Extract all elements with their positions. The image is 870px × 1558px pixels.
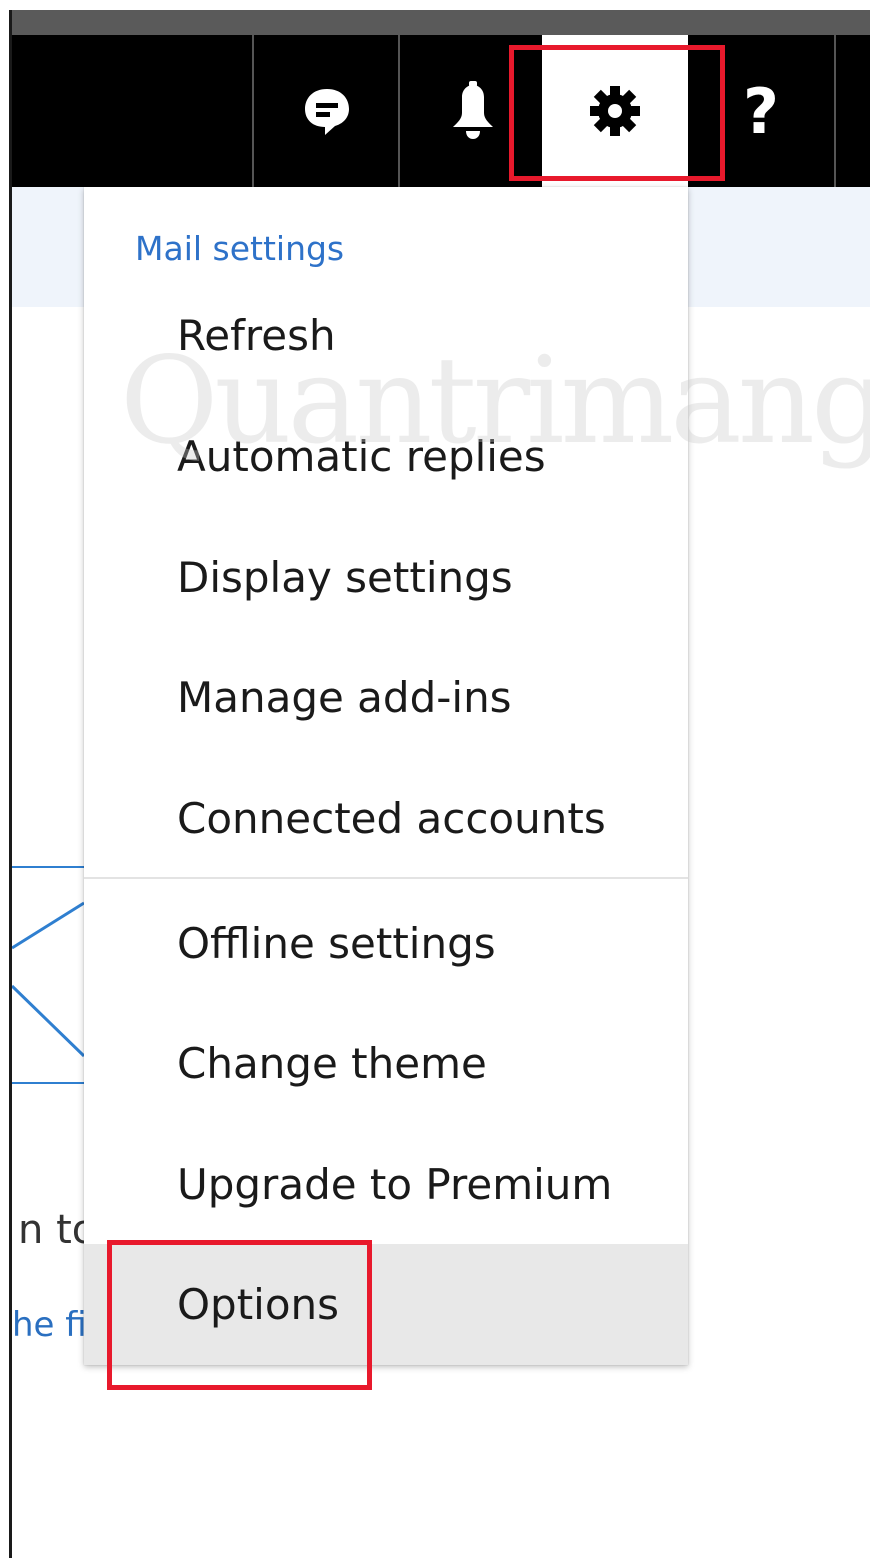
menu-item-automatic-replies[interactable]: Automatic replies bbox=[84, 396, 688, 516]
menu-item-label: Offline settings bbox=[177, 918, 496, 968]
question-mark-icon: ? bbox=[743, 74, 779, 148]
bell-icon bbox=[453, 81, 493, 139]
feedback-button[interactable] bbox=[254, 35, 400, 187]
options-highlight-box bbox=[107, 1240, 372, 1390]
menu-item-label: Upgrade to Premium bbox=[177, 1159, 613, 1209]
menu-item-upgrade-to-premium[interactable]: Upgrade to Premium bbox=[84, 1124, 688, 1244]
menu-divider bbox=[84, 877, 688, 879]
menu-item-display-settings[interactable]: Display settings bbox=[84, 517, 688, 637]
settings-dropdown-menu: Mail settings Refresh Automatic replies … bbox=[84, 187, 688, 1365]
menu-item-offline-settings[interactable]: Offline settings bbox=[84, 883, 688, 1003]
menu-item-manage-add-ins[interactable]: Manage add-ins bbox=[84, 637, 688, 757]
topbar-divider bbox=[834, 35, 836, 187]
app-frame: ? n to he fi Mail settings Refresh Autom… bbox=[0, 0, 870, 1558]
menu-item-label: Automatic replies bbox=[177, 431, 546, 481]
menu-item-connected-accounts[interactable]: Connected accounts bbox=[84, 758, 688, 878]
background-link-text: he fi bbox=[12, 1305, 87, 1345]
background-illustration bbox=[12, 866, 84, 1084]
menu-item-refresh[interactable]: Refresh bbox=[84, 275, 688, 395]
window-top-strip bbox=[12, 10, 870, 35]
menu-item-label: Connected accounts bbox=[177, 793, 606, 843]
menu-item-label: Manage add-ins bbox=[177, 672, 512, 722]
chat-bubble-icon bbox=[305, 89, 349, 135]
settings-highlight-box bbox=[509, 45, 725, 181]
menu-item-label: Change theme bbox=[177, 1038, 487, 1088]
envelope-graphic bbox=[12, 901, 84, 1058]
mail-settings-heading[interactable]: Mail settings bbox=[135, 229, 344, 268]
menu-item-change-theme[interactable]: Change theme bbox=[84, 1003, 688, 1123]
menu-item-label: Display settings bbox=[177, 552, 513, 602]
top-navigation-bar: ? bbox=[12, 35, 870, 187]
menu-item-label: Refresh bbox=[177, 310, 336, 360]
